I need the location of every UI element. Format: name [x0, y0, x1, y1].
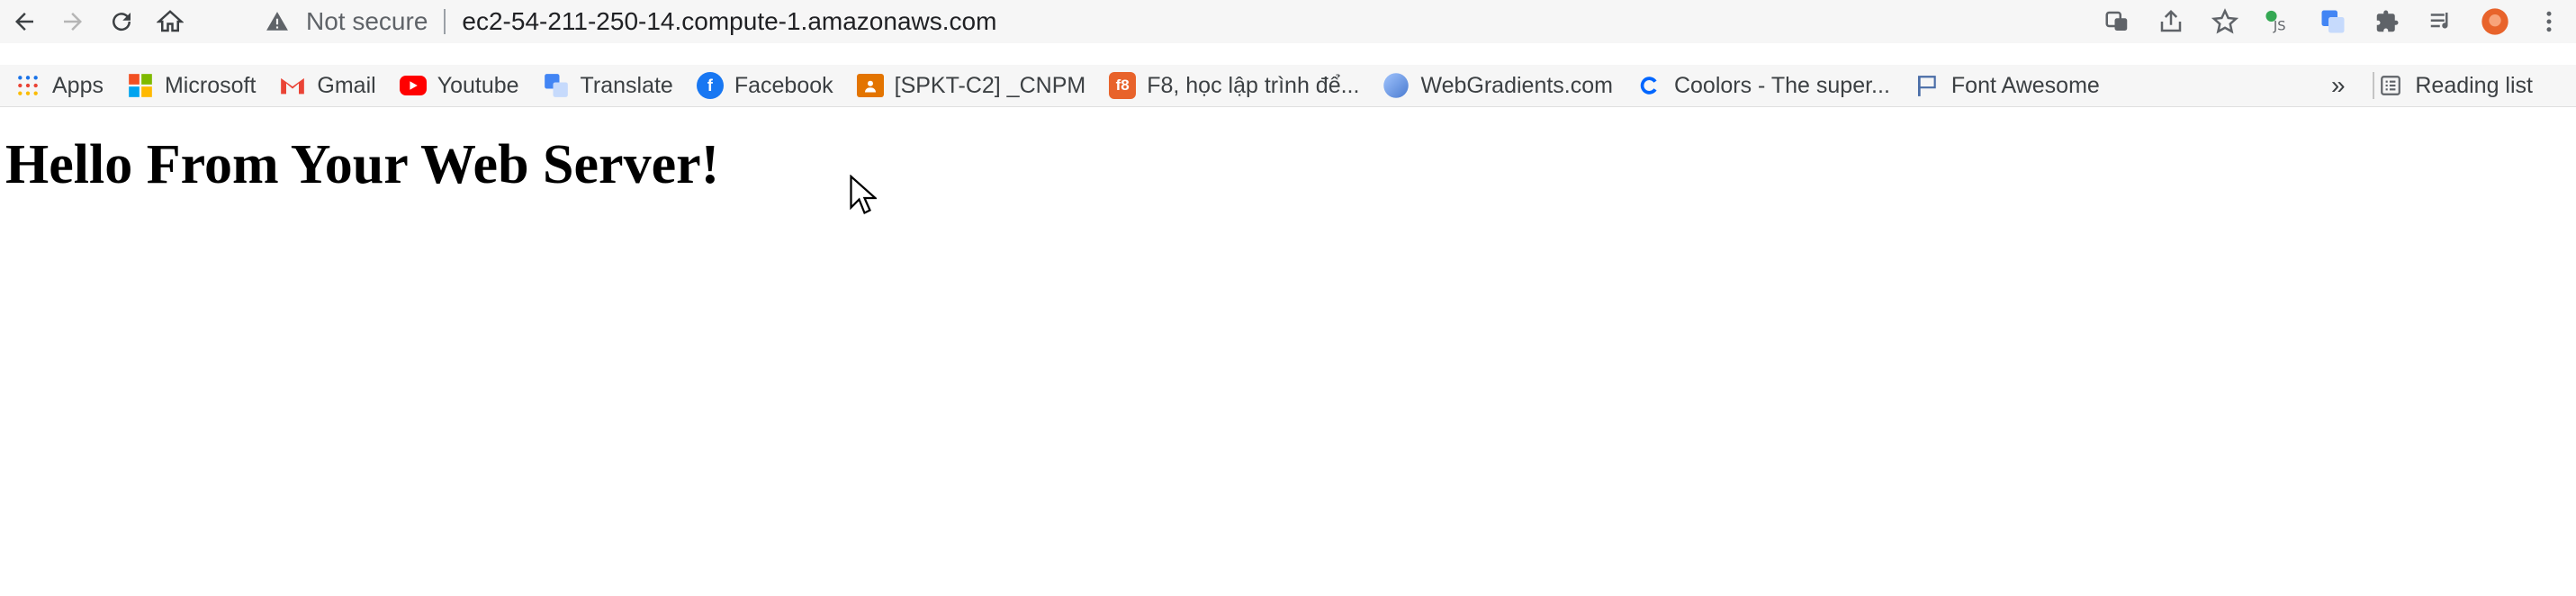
reading-list-button[interactable]: Reading list — [2377, 65, 2533, 106]
bookmark-translate[interactable]: Translate — [543, 65, 673, 106]
bookmark-facebook[interactable]: f Facebook — [696, 65, 833, 106]
reload-button[interactable] — [97, 0, 146, 43]
facebook-icon: f — [696, 72, 724, 99]
js-extension-icon[interactable]: JS — [2252, 0, 2306, 43]
google-translate-extension-icon[interactable] — [2306, 0, 2360, 43]
apps-grid-icon — [14, 72, 41, 99]
bookmark-apps[interactable]: Apps — [14, 65, 104, 106]
microsoft-icon — [127, 72, 154, 99]
media-queue-icon[interactable] — [2414, 0, 2468, 43]
translate-page-icon[interactable] — [2090, 0, 2144, 43]
forward-button[interactable] — [49, 0, 97, 43]
forward-arrow-icon — [64, 13, 82, 31]
share-icon[interactable] — [2144, 0, 2198, 43]
back-arrow-icon — [15, 13, 33, 31]
url-text[interactable]: ec2-54-211-250-14.compute-1.amazonaws.co… — [462, 7, 996, 36]
bookmark-font-awesome[interactable]: Font Awesome — [1914, 65, 2100, 106]
bookmarks-bar: Apps Microsoft Gmail Youtube Translate f… — [0, 65, 2576, 107]
bookmark-youtube[interactable]: Youtube — [399, 65, 519, 106]
browser-toolbar: Not secure ec2-54-211-250-14.compute-1.a… — [0, 0, 2576, 43]
toolbar-actions: JS — [2090, 0, 2576, 43]
classroom-icon — [856, 74, 884, 97]
translate-icon — [543, 72, 570, 99]
address-bar[interactable]: Not secure ec2-54-211-250-14.compute-1.a… — [261, 4, 1971, 40]
extensions-icon[interactable] — [2360, 0, 2414, 43]
f8-icon: f8 — [1109, 72, 1137, 99]
bookmark-webgradients[interactable]: WebGradients.com — [1383, 65, 1613, 106]
reload-icon — [113, 13, 131, 32]
bookmark-coolors[interactable]: Coolors - The super... — [1636, 65, 1890, 106]
back-button[interactable] — [0, 0, 49, 43]
warning-icon[interactable] — [261, 10, 293, 33]
svg-text:JS: JS — [2273, 19, 2286, 34]
bookmark-f8[interactable]: f8 F8, học lập trình để... — [1109, 65, 1359, 106]
bookmark-classroom[interactable]: [SPKT-C2] _CNPM — [856, 65, 1086, 106]
security-label[interactable]: Not secure — [306, 7, 428, 36]
bookmark-gmail[interactable]: Gmail — [279, 65, 376, 106]
menu-kebab-icon[interactable] — [2522, 0, 2576, 43]
bookmark-label: Translate — [580, 72, 673, 98]
bookmark-label: Facebook — [734, 72, 833, 98]
bookmark-label: WebGradients.com — [1420, 72, 1613, 98]
bookmark-label: Microsoft — [164, 72, 257, 98]
reading-list-label: Reading list — [2415, 72, 2533, 98]
bookmark-label: Youtube — [437, 72, 519, 98]
bookmark-label: Coolors - The super... — [1673, 72, 1890, 98]
address-separator — [444, 9, 446, 34]
bookmark-label: Apps — [52, 72, 104, 98]
home-button[interactable] — [146, 0, 194, 43]
flag-icon — [1914, 72, 1941, 99]
double-chevron-right-icon: » — [2331, 71, 2346, 99]
webgradients-icon — [1383, 72, 1410, 99]
youtube-icon — [399, 76, 427, 95]
bookmark-microsoft[interactable]: Microsoft — [127, 65, 256, 106]
home-icon — [157, 10, 184, 32]
page-heading: Hello From Your Web Server! — [5, 134, 720, 195]
profile-avatar-icon[interactable] — [2468, 0, 2522, 43]
bookmark-label: Gmail — [317, 72, 376, 98]
more-bookmarks-button[interactable]: » — [2331, 65, 2346, 106]
mouse-cursor-icon — [850, 174, 878, 221]
bookmark-label: [SPKT-C2] _CNPM — [894, 72, 1086, 98]
bookmark-label: F8, học lập trình để... — [1147, 72, 1360, 98]
bookmark-label: Font Awesome — [1950, 72, 2100, 98]
reading-list-icon — [2377, 72, 2404, 99]
star-icon[interactable] — [2198, 0, 2252, 43]
bookmarks-divider — [2373, 72, 2374, 99]
gmail-icon — [279, 72, 306, 99]
coolors-icon — [1636, 72, 1663, 99]
